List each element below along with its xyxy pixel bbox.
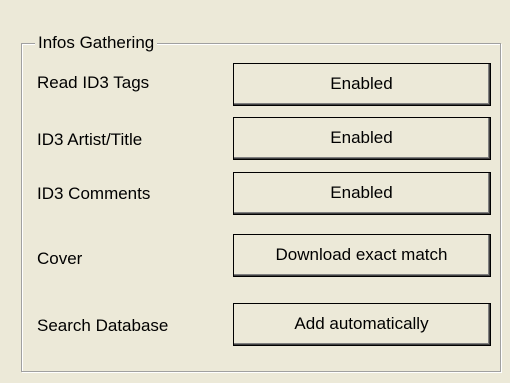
id3-comments-label: ID3 Comments (37, 184, 151, 203)
read-id3-tags-label: Read ID3 Tags (37, 73, 150, 92)
read-id3-tags-button[interactable]: Enabled (233, 63, 491, 106)
search-database-label: Search Database (37, 316, 169, 335)
id3-artist-title-label: ID3 Artist/Title (37, 130, 143, 149)
cover-label: Cover (37, 249, 83, 268)
settings-panel: Infos Gathering Read ID3 Tags Enabled ID… (0, 0, 511, 384)
id3-comments-button[interactable]: Enabled (233, 172, 491, 215)
id3-artist-title-button[interactable]: Enabled (233, 117, 491, 160)
cover-button[interactable]: Download exact match (233, 234, 491, 277)
groupbox-title: Infos Gathering (35, 33, 158, 53)
search-database-button[interactable]: Add automatically (233, 303, 491, 346)
